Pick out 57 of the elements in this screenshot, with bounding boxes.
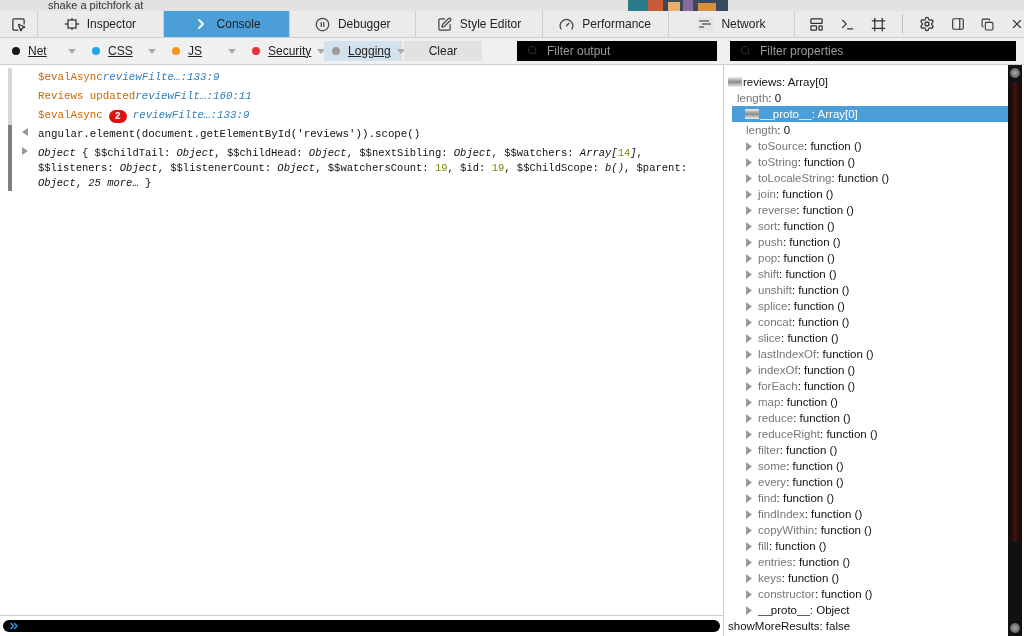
property-row[interactable]: copyWithin: function () xyxy=(724,522,1008,538)
property-row[interactable]: indexOf: function () xyxy=(724,362,1008,378)
property-row[interactable]: unshift: function () xyxy=(724,282,1008,298)
devtools-tab[interactable]: Console xyxy=(163,11,291,37)
property-row[interactable]: constructor: function () xyxy=(724,586,1008,602)
property-row[interactable]: pop: function () xyxy=(724,250,1008,266)
property-row[interactable]: showMoreResults: false xyxy=(724,618,1008,634)
devtools-tab[interactable]: Inspector xyxy=(37,11,164,37)
repeat-count: 2 xyxy=(108,110,127,123)
property-row[interactable]: entries: function () xyxy=(724,554,1008,570)
property-row[interactable]: toLocaleString: function () xyxy=(724,170,1008,186)
property-row[interactable]: some: function () xyxy=(724,458,1008,474)
source-link[interactable]: reviewFilte…:133:9 xyxy=(102,70,220,85)
devtools-tab[interactable]: Performance xyxy=(542,11,669,37)
filter-output-field[interactable]: Filter output xyxy=(517,41,717,61)
property-row[interactable]: splice: function () xyxy=(724,298,1008,314)
source-link[interactable]: reviewFilte…:133:9 xyxy=(132,108,250,123)
property-row[interactable]: reviews: Array[0] xyxy=(724,74,1008,90)
filter-button[interactable]: JS xyxy=(164,41,242,61)
filter-button[interactable]: Logging xyxy=(324,41,402,61)
property-row[interactable]: length: 0 xyxy=(724,122,1008,138)
filter-button[interactable]: CSS xyxy=(84,41,162,61)
property-row[interactable]: length: 0 xyxy=(724,90,1008,106)
clear-button[interactable]: Clear xyxy=(404,41,482,61)
property-row[interactable]: __proto__: Object xyxy=(724,602,1008,618)
property-row[interactable]: fill: function () xyxy=(724,538,1008,554)
property-row[interactable]: push: function () xyxy=(724,234,1008,250)
page-text: shake a pitchfork at xyxy=(48,0,144,11)
property-row[interactable]: keys: function () xyxy=(724,570,1008,586)
property-row[interactable]: map: function () xyxy=(724,394,1008,410)
property-row[interactable]: slice: function () xyxy=(724,330,1008,346)
log-message: Reviews updated xyxy=(38,89,136,104)
property-row[interactable]: every: function () xyxy=(724,474,1008,490)
property-row[interactable]: reduceRight: function () xyxy=(724,426,1008,442)
property-row[interactable]: forEach: function () xyxy=(724,378,1008,394)
property-row[interactable]: reverse: function () xyxy=(724,202,1008,218)
property-row[interactable]: join: function () xyxy=(724,186,1008,202)
property-row[interactable]: sort: function () xyxy=(724,218,1008,234)
property-row[interactable]: lastIndexOf: function () xyxy=(724,346,1008,362)
filter-button[interactable]: Net xyxy=(4,41,82,61)
filter-properties-field[interactable]: Filter properties xyxy=(730,41,1016,61)
property-row[interactable]: filter: function () xyxy=(724,442,1008,458)
property-row[interactable]: toSource: function () xyxy=(724,138,1008,154)
property-row[interactable]: reduce: function () xyxy=(724,410,1008,426)
source-link[interactable]: reviewFilt…:160:11 xyxy=(135,89,252,104)
property-row[interactable]: shift: function () xyxy=(724,266,1008,282)
devtools-tab[interactable]: Style Editor xyxy=(416,11,543,37)
log-message: $evalAsync xyxy=(38,70,103,85)
property-row[interactable]: findIndex: function () xyxy=(724,506,1008,522)
result-text: Object { $$childTail: Object, $$childHead: Object, $$nextSibling: Object, $$watchers: Array[14], $$listeners: Object, $$listenerCount: Object, $$watchersCount: 19, $id: 19, $$ChildScope: b(), $parent: Object, 25 more… } xyxy=(37,146,688,191)
property-row[interactable]: find: function () xyxy=(724,490,1008,506)
property-row[interactable]: concat: function () xyxy=(724,314,1008,330)
devtools-tab[interactable]: Network xyxy=(668,11,795,37)
log-message: $evalAsync xyxy=(38,108,103,123)
devtools-tab[interactable]: Debugger xyxy=(290,11,417,37)
property-row[interactable]: toString: function () xyxy=(724,154,1008,170)
evaluated-code: angular.element(document.getElementById('reviews')).scope() xyxy=(38,127,421,142)
